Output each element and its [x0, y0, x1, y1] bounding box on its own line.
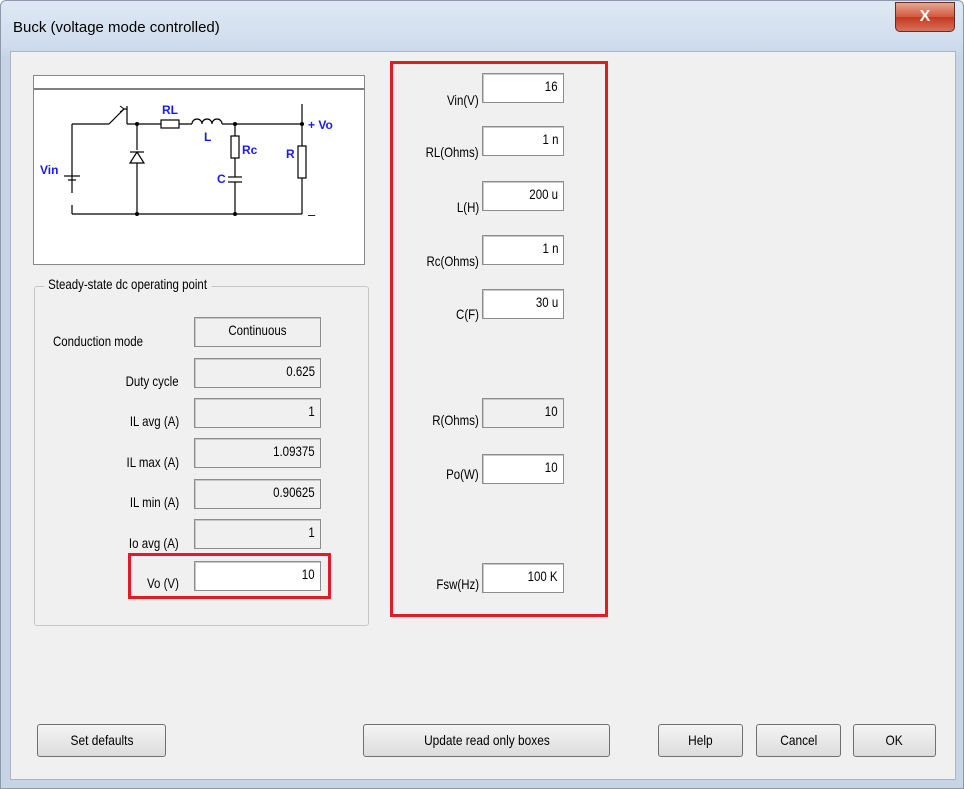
il-max-field: 1.09375: [194, 438, 321, 468]
duty-cycle-label: Duty cycle: [126, 373, 179, 389]
il-avg-field: 1: [194, 398, 321, 428]
minus-label: –: [308, 207, 316, 222]
conduction-mode-field: Continuous: [194, 317, 321, 347]
cancel-button[interactable]: Cancel: [756, 724, 841, 757]
il-max-label: IL max (A): [126, 454, 179, 470]
buck-schematic: RL L + Vo Vin Rc R C –: [33, 75, 365, 265]
vin-label: Vin: [40, 163, 58, 177]
duty-cycle-field: 0.625: [194, 358, 321, 388]
dialog-client-area: RL L + Vo Vin Rc R C – Steady-state dc o…: [10, 51, 956, 780]
io-avg-field: 1: [194, 519, 321, 549]
r-label: R: [286, 147, 295, 161]
conduction-mode-label: Conduction mode: [53, 333, 143, 349]
l-label: L: [204, 130, 211, 144]
window-title: Buck (voltage mode controlled): [13, 19, 220, 36]
steady-state-title: Steady-state dc operating point: [44, 276, 212, 292]
rc-label: Rc: [242, 143, 258, 157]
set-defaults-button[interactable]: Set defaults: [37, 724, 166, 757]
rl-label: RL: [162, 103, 178, 117]
close-button[interactable]: X: [895, 2, 955, 32]
il-avg-label: IL avg (A): [129, 413, 179, 429]
c-label: C: [217, 172, 226, 186]
vo-highlight: [128, 553, 331, 599]
vo-label: + Vo: [308, 118, 333, 132]
circuit-diagram: RL L + Vo Vin Rc R C –: [34, 88, 364, 222]
help-button[interactable]: Help: [658, 724, 743, 757]
io-avg-label: Io avg (A): [129, 535, 179, 551]
title-bar[interactable]: Buck (voltage mode controlled) X: [1, 1, 963, 53]
il-min-label: IL min (A): [129, 494, 179, 510]
params-highlight: [390, 61, 608, 617]
ok-button[interactable]: OK: [853, 724, 936, 757]
update-read-only-button[interactable]: Update read only boxes: [363, 724, 610, 757]
il-min-field: 0.90625: [194, 479, 321, 509]
dialog-window: Buck (voltage mode controlled) X RL L + …: [0, 0, 964, 789]
